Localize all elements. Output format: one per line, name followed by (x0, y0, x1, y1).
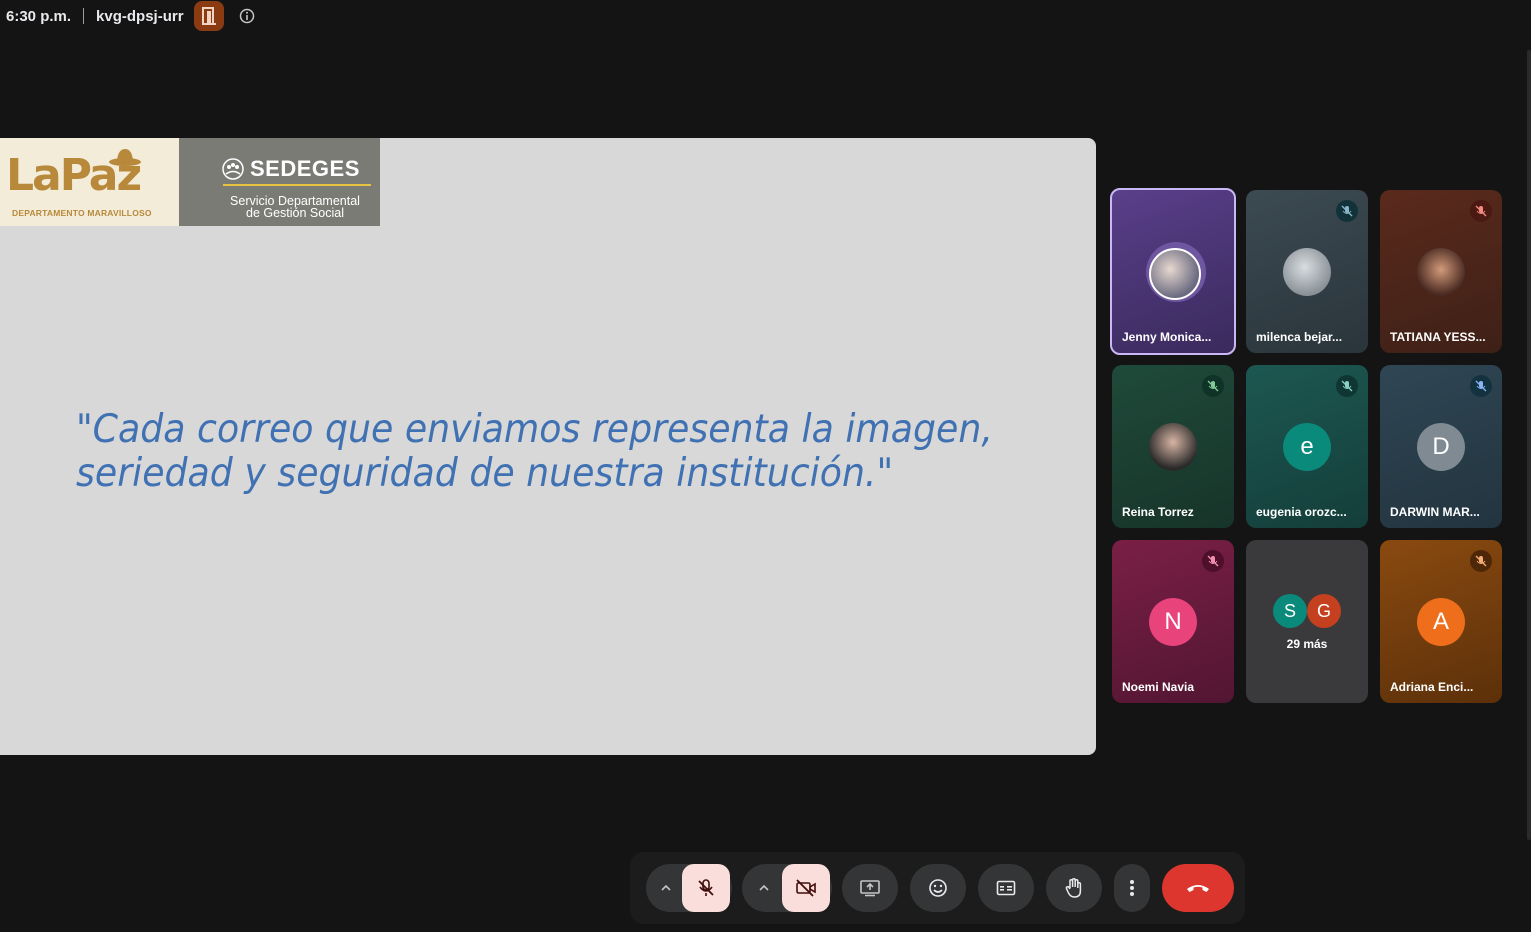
raise-hand-button[interactable] (1046, 864, 1102, 912)
mic-toggle-button[interactable] (682, 864, 730, 912)
mic-off-icon (1202, 375, 1224, 397)
more-participants-tile[interactable]: S G 29 más (1246, 540, 1368, 703)
participant-name: Noemi Navia (1122, 680, 1195, 694)
present-screen-button[interactable] (842, 864, 898, 912)
avatar: G (1307, 594, 1341, 628)
more-options-button[interactable] (1114, 864, 1150, 912)
more-participants-label: 29 más (1286, 637, 1328, 651)
camera-toggle-button[interactable] (782, 864, 830, 912)
participant-tile[interactable]: D DARWIN MAR... (1380, 365, 1502, 528)
participant-tile[interactable]: TATIANA YESS... (1380, 190, 1502, 353)
quote-line-2: seriedad y seguridad de nuestra instituc… (76, 451, 894, 496)
info-icon[interactable] (238, 7, 256, 25)
participant-name: Adriana Enci... (1390, 680, 1474, 694)
avatar (1149, 423, 1197, 471)
mic-off-icon (1336, 200, 1358, 222)
slide-quote: "Cada correo que enviamos representa la … (76, 408, 1006, 496)
mic-off-icon (698, 879, 714, 896)
participant-name: eugenia orozc... (1256, 505, 1347, 519)
captions-icon (996, 880, 1016, 896)
door-icon[interactable] (193, 1, 224, 31)
hand-icon (1065, 878, 1082, 898)
participant-tile[interactable]: N Noemi Navia (1112, 540, 1234, 703)
participant-name: TATIANA YESS... (1390, 330, 1486, 344)
chevron-up-icon[interactable] (656, 864, 676, 912)
clock-time: 6:30 p.m. (6, 7, 72, 25)
participant-name: DARWIN MAR... (1390, 505, 1480, 519)
sedeges-emblem-icon (222, 158, 244, 180)
sedeges-wordmark: SEDEGES (250, 156, 360, 181)
la-paz-wordmark: LaPaz (6, 150, 142, 201)
avatar (1417, 248, 1465, 296)
more-vert-icon (1130, 880, 1134, 896)
sedeges-logo: SEDEGES Servicio Departamental de Gestió… (179, 138, 380, 226)
divider (83, 8, 85, 24)
captions-button[interactable] (978, 864, 1034, 912)
mic-off-icon (1202, 550, 1224, 572)
participant-tile[interactable]: e eugenia orozc... (1246, 365, 1368, 528)
mic-off-icon (1336, 375, 1358, 397)
la-paz-logo: LaPaz DEPARTAMENTO MARAVILLOSO (0, 138, 179, 226)
meeting-code: kvg-dpsj-urr (96, 7, 184, 25)
mic-off-icon (1470, 200, 1492, 222)
sedeges-underline (223, 184, 371, 186)
camera-off-icon (796, 879, 816, 897)
participant-tile[interactable]: milenca bejar... (1246, 190, 1368, 353)
mic-off-icon (1470, 375, 1492, 397)
participant-tile[interactable]: Jenny Monica... (1110, 188, 1236, 355)
scroll-edge[interactable] (1527, 50, 1531, 840)
call-controls (630, 852, 1245, 924)
avatar (1149, 248, 1201, 300)
hang-up-icon (1187, 885, 1209, 892)
participant-tile[interactable]: A Adriana Enci... (1380, 540, 1502, 703)
top-bar: 6:30 p.m. kvg-dpsj-urr (6, 1, 256, 31)
avatar: D (1417, 423, 1465, 471)
avatar: N (1149, 598, 1197, 646)
chevron-up-icon[interactable] (754, 864, 774, 912)
presentation-slide: LaPaz DEPARTAMENTO MARAVILLOSO SEDEGES S… (0, 138, 1096, 755)
participant-tile[interactable]: Reina Torrez (1112, 365, 1234, 528)
avatar: e (1283, 423, 1331, 471)
avatar: A (1417, 598, 1465, 646)
emoji-icon (929, 879, 947, 897)
leave-call-button[interactable] (1162, 864, 1234, 912)
participant-name: Jenny Monica... (1122, 330, 1212, 344)
present-screen-icon (860, 880, 880, 897)
la-paz-subtitle: DEPARTAMENTO MARAVILLOSO (12, 208, 152, 218)
participant-name: Reina Torrez (1122, 505, 1194, 519)
participant-name: milenca bejar... (1256, 330, 1343, 344)
emoji-reaction-button[interactable] (910, 864, 966, 912)
sedeges-subtitle-2: de Gestión Social (246, 206, 344, 220)
mic-off-icon (1470, 550, 1492, 572)
avatar: S (1273, 594, 1307, 628)
quote-line-1: "Cada correo que enviamos representa la … (76, 407, 993, 452)
avatar (1283, 248, 1331, 296)
